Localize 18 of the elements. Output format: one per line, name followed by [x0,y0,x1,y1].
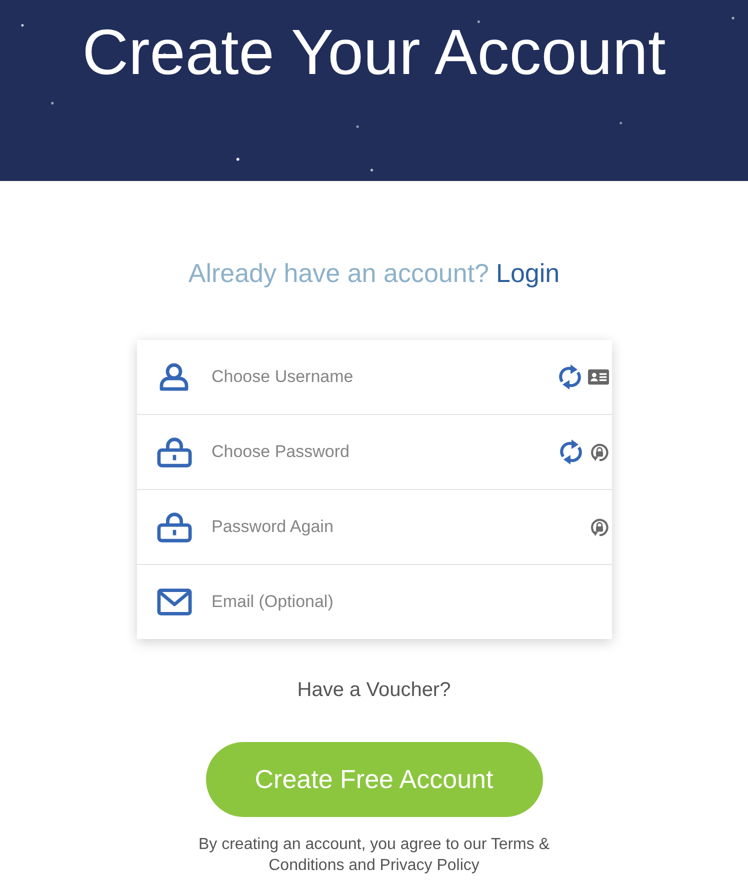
input-field[interactable]: Password Again [212,507,588,547]
input-field[interactable]: Choose Password [212,432,558,472]
refresh-icon[interactable] [558,438,582,466]
id-card-icon[interactable] [588,369,608,385]
voucher-link[interactable]: Have a Voucher? [297,678,451,702]
refresh-icon[interactable] [558,363,582,391]
lock-icon [156,511,192,543]
lock-circle-icon[interactable] [590,518,608,536]
login-prompt-text: Already have an account? [188,258,490,289]
user-icon [159,363,189,391]
lock-circle-icon[interactable] [590,442,608,462]
envelope-icon [156,588,192,616]
terms-text: By creating an account, you agree to our Terms & Conditions and Privacy Policy [197,835,550,876]
page-title: Create Your Account [81,15,667,90]
lock-icon [156,436,192,468]
input-field[interactable]: Choose Username [212,357,558,397]
input-field[interactable]: Email (Optional) [212,582,608,622]
login-link[interactable]: Login [496,258,560,289]
